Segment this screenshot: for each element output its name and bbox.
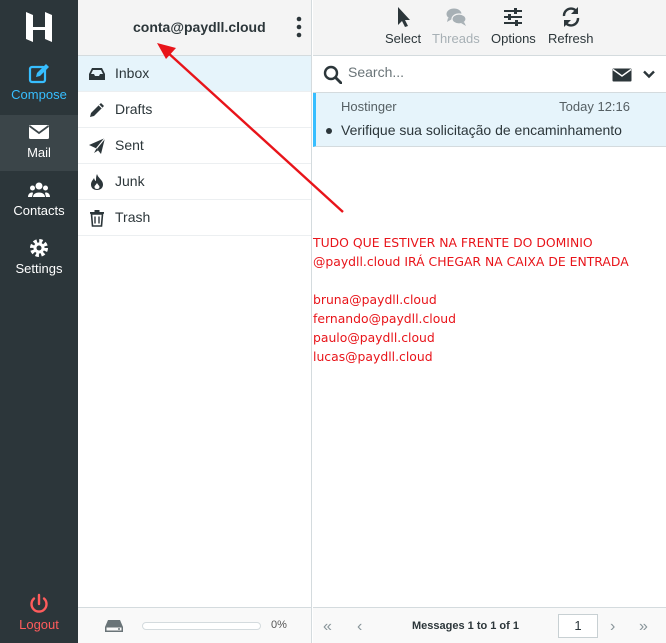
annotation-line: lucas@paydll.cloud [313,349,433,364]
folder-label: Junk [115,173,145,189]
select-button[interactable]: Select [385,6,421,46]
contacts-nav-item[interactable]: Contacts [0,173,78,229]
message-subject: Verifique sua solicitação de encaminhame… [341,122,622,138]
options-label: Options [491,31,536,46]
search-icon [323,65,342,84]
search-bar [313,56,666,93]
paper-plane-icon [89,137,106,154]
message-row[interactable]: Hostinger Today 12:16 Verifique sua soli… [313,93,666,147]
folder-pane: conta@paydll.cloud Inbox Drafts Sent Jun… [78,0,312,643]
select-label: Select [385,31,422,46]
annotation-line: paulo@paydll.cloud [313,330,435,345]
folder-sent[interactable]: Sent [78,128,311,164]
settings-label: Settings [15,261,63,276]
threads-button[interactable]: Threads [432,6,480,46]
quota-percent: 0% [271,619,287,631]
search-input[interactable] [348,64,578,80]
annotation-line: TUDO QUE ESTIVER NA FRENTE DO DOMINIO [313,235,593,250]
gear-icon [30,239,48,257]
trash-icon [90,210,104,227]
comments-icon [446,8,467,26]
hostinger-logo[interactable] [22,10,56,44]
fire-icon [91,174,103,190]
cursor-icon [398,7,411,27]
unread-dot-icon [326,128,332,134]
envelope-icon [28,125,50,139]
options-button[interactable]: Options [491,6,536,46]
annotation-line: bruna@paydll.cloud [313,292,437,307]
annotation-line: fernando@paydll.cloud [313,311,457,326]
folder-inbox[interactable]: Inbox [78,56,311,92]
first-page-icon[interactable]: « [323,618,332,636]
inbox-icon [89,68,105,80]
folder-junk[interactable]: Junk [78,164,311,200]
logout-button[interactable]: Logout [0,587,78,643]
page-number-input[interactable]: 1 [558,614,598,638]
next-page-icon[interactable]: › [610,618,615,636]
more-options-icon[interactable] [295,16,303,38]
pagination-footer: « ‹ Messages 1 to 1 of 1 1 › » [313,607,666,643]
folder-label: Sent [115,137,144,153]
folder-label: Trash [115,209,151,225]
last-page-icon[interactable]: » [639,618,648,636]
chevron-down-icon[interactable] [643,70,655,79]
compose-icon [28,64,49,84]
refresh-label: Refresh [548,31,594,46]
message-date: Today 12:16 [559,99,630,114]
quota-footer: 0% [78,607,311,643]
annotation-line: @paydll.cloud IRÁ CHEGAR NA CAIXA DE ENT… [313,254,629,269]
envelope-icon[interactable] [612,68,632,82]
folder-label: Inbox [115,65,150,81]
power-icon [30,593,48,613]
message-count: Messages 1 to 1 of 1 [412,620,519,632]
previous-page-icon[interactable]: ‹ [357,618,362,636]
users-icon [28,182,50,197]
folder-drafts[interactable]: Drafts [78,92,311,128]
annotation-note: TUDO QUE ESTIVER NA FRENTE DO DOMINIO @p… [313,233,629,366]
refresh-icon [562,7,579,27]
contacts-label: Contacts [13,203,65,218]
threads-label: Threads [432,31,480,46]
message-sender: Hostinger [341,99,397,114]
settings-nav-item[interactable]: Settings [0,231,78,287]
compose-button[interactable]: Compose [0,57,78,113]
annotation-line [313,271,629,290]
account-header: conta@paydll.cloud [78,0,311,56]
hard-drive-icon [105,620,123,632]
account-email: conta@paydll.cloud [133,19,266,35]
quota-bar [142,622,261,630]
refresh-button[interactable]: Refresh [548,6,594,46]
compose-label: Compose [11,87,67,102]
folder-trash[interactable]: Trash [78,200,311,236]
logout-label: Logout [19,617,59,632]
folder-label: Drafts [115,101,153,117]
mail-nav-item[interactable]: Mail [0,115,78,171]
pencil-icon [90,103,104,117]
app-rail: Compose Mail Contacts Settings Logout [0,0,78,643]
sliders-icon [504,8,523,26]
mail-label: Mail [27,145,51,160]
toolbar: Select Threads Options Refresh [313,0,666,56]
